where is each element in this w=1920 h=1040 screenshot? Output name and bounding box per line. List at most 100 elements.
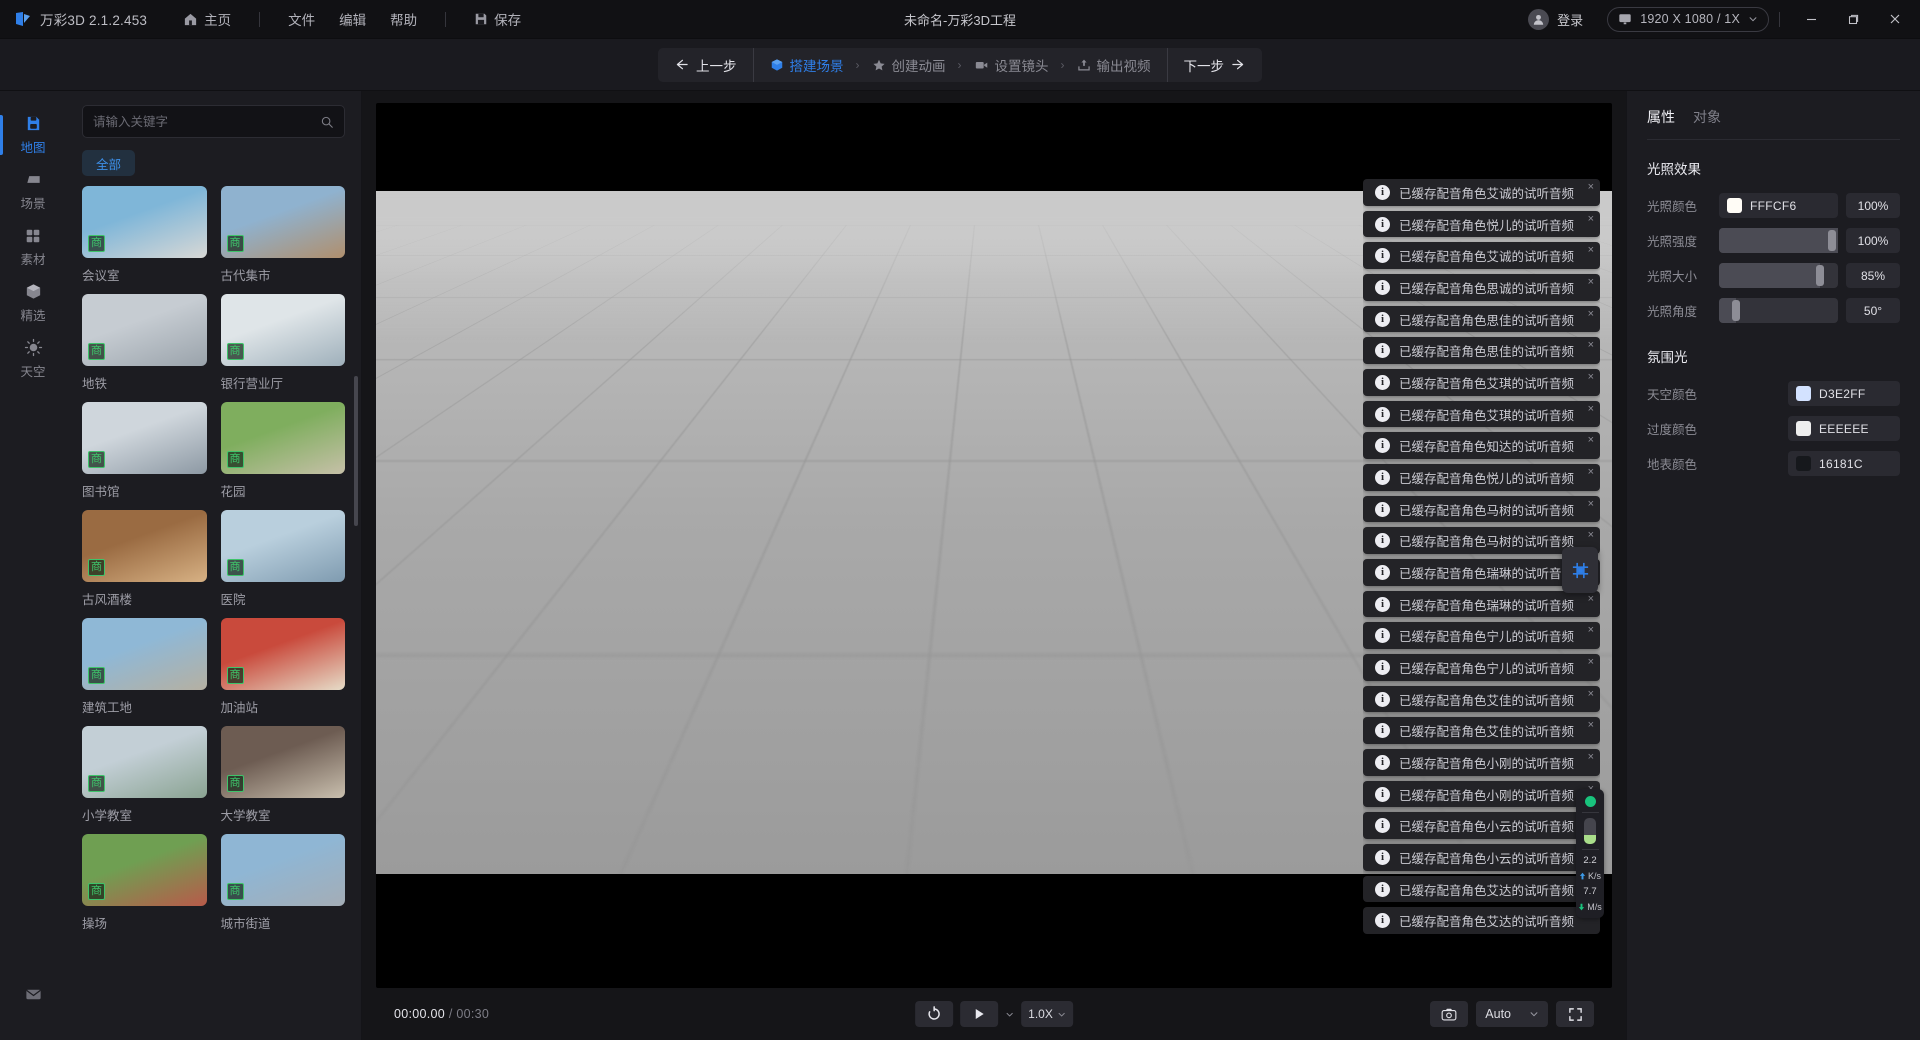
step-build-scene[interactable]: 搭建场景 bbox=[760, 48, 854, 82]
menu-help[interactable]: 帮助 bbox=[380, 5, 427, 33]
toast-close-icon[interactable]: × bbox=[1588, 656, 1594, 668]
sidebar-item-featured[interactable]: 精选 bbox=[0, 275, 66, 331]
scene-thumbnail[interactable]: 商 bbox=[82, 294, 207, 366]
toast-notification[interactable]: i 已缓存配音角色思诚的试听音频 × bbox=[1362, 274, 1600, 301]
window-close-button[interactable] bbox=[1874, 0, 1916, 39]
loop-button[interactable] bbox=[915, 1001, 954, 1027]
toast-notification[interactable]: i 已缓存配音角色艾琪的试听音频 × bbox=[1362, 369, 1600, 396]
toast-notification[interactable]: i 已缓存配音角色悦儿的试听音频 × bbox=[1362, 210, 1600, 238]
toast-notification[interactable]: i已缓存配音角色小刚的试听音频× bbox=[1362, 780, 1600, 808]
toast-notification[interactable]: i 已缓存配音角色宁儿的试听音频 × bbox=[1362, 622, 1600, 650]
scene-card[interactable]: 商建筑工地 bbox=[82, 618, 207, 716]
toast-close-icon[interactable]: × bbox=[1588, 751, 1594, 763]
filter-chip-all[interactable]: 全部 bbox=[82, 150, 136, 176]
scene-thumbnail[interactable]: 商 bbox=[220, 186, 345, 258]
light-size-slider[interactable] bbox=[1719, 263, 1838, 288]
playback-speed-selector[interactable]: 1.0X bbox=[1021, 1001, 1073, 1027]
toast-close-icon[interactable]: × bbox=[1588, 593, 1594, 605]
toast-notification[interactable]: i 已缓存配音角色艾佳的试听音频 × bbox=[1362, 717, 1600, 745]
toast-close-icon[interactable]: × bbox=[1588, 181, 1594, 193]
library-scroll-area[interactable]: 商会议室商古代集市商地铁商银行营业厅商图书馆商花园商古风酒楼商医院商建筑工地商加… bbox=[66, 186, 361, 1040]
toast-notification[interactable]: i 已缓存配音角色瑞琳的试听音频 × bbox=[1362, 590, 1600, 618]
play-button[interactable] bbox=[960, 1001, 999, 1027]
light-color-opacity[interactable]: 100% bbox=[1846, 193, 1900, 218]
sidebar-item-assets[interactable]: 素材 bbox=[0, 219, 66, 275]
resolution-selector[interactable]: 1920 X 1080 / 1X bbox=[1607, 6, 1769, 32]
sky-color-field[interactable]: D3E2FF bbox=[1788, 381, 1900, 406]
toast-notification[interactable]: i 已缓存配音角色艾诚的试听音频 × bbox=[1362, 242, 1600, 270]
light-angle-value[interactable]: 50° bbox=[1846, 298, 1900, 323]
toast-close-icon[interactable]: × bbox=[1588, 244, 1594, 256]
transition-color-field[interactable]: EEEEEE bbox=[1788, 416, 1900, 441]
toast-close-icon[interactable]: × bbox=[1588, 308, 1594, 320]
sidebar-item-sky[interactable]: 天空 bbox=[0, 331, 66, 387]
next-step-button[interactable]: 下一步 bbox=[1168, 48, 1263, 82]
scene-thumbnail[interactable]: 商 bbox=[82, 726, 207, 798]
toast-notification[interactable]: i已缓存配音角色小刚的试听音频× bbox=[1362, 749, 1600, 776]
scene-card[interactable]: 商加油站 bbox=[220, 618, 345, 716]
scene-thumbnail[interactable]: 商 bbox=[220, 402, 345, 474]
window-maximize-button[interactable] bbox=[1832, 0, 1874, 39]
scene-thumbnail[interactable]: 商 bbox=[220, 726, 345, 798]
toast-close-icon[interactable]: × bbox=[1588, 403, 1594, 415]
menu-file[interactable]: 文件 bbox=[278, 5, 325, 33]
scene-card[interactable]: 商古风酒楼 bbox=[82, 510, 207, 608]
scene-card[interactable]: 商大学教室 bbox=[220, 726, 345, 824]
scene-thumbnail[interactable]: 商 bbox=[220, 294, 345, 366]
window-minimize-button[interactable] bbox=[1790, 0, 1832, 39]
scene-thumbnail[interactable]: 商 bbox=[220, 510, 345, 582]
search-icon[interactable] bbox=[320, 115, 334, 129]
toast-close-icon[interactable]: × bbox=[1588, 339, 1594, 351]
play-options-caret[interactable] bbox=[1005, 1010, 1014, 1019]
menu-edit[interactable]: 编辑 bbox=[329, 5, 376, 33]
light-angle-slider[interactable] bbox=[1719, 298, 1838, 323]
screenshot-button[interactable] bbox=[1430, 1001, 1469, 1027]
toast-close-icon[interactable]: × bbox=[1588, 529, 1594, 541]
tab-properties[interactable]: 属性 bbox=[1647, 107, 1675, 127]
scene-thumbnail[interactable]: 商 bbox=[220, 618, 345, 690]
toast-close-icon[interactable]: × bbox=[1588, 213, 1594, 225]
toast-notification[interactable]: i 已缓存配音角色知达的试听音频 × bbox=[1362, 432, 1600, 460]
transform-gizmo-button[interactable] bbox=[1562, 547, 1598, 593]
toast-notification[interactable]: i 已缓存配音角色宁儿的试听音频 × bbox=[1362, 654, 1600, 681]
sidebar-item-map[interactable]: 地图 bbox=[0, 107, 66, 163]
sidebar-item-scene[interactable]: 场景 bbox=[0, 163, 66, 219]
scene-card[interactable]: 商医院 bbox=[220, 510, 345, 608]
toast-notification[interactable]: i 已缓存配音角色艾琪的试听音频 × bbox=[1362, 400, 1600, 428]
scene-card[interactable]: 商花园 bbox=[220, 402, 345, 500]
scene-card[interactable]: 商银行营业厅 bbox=[220, 294, 345, 392]
light-size-value[interactable]: 85% bbox=[1846, 263, 1900, 288]
scene-thumbnail[interactable]: 商 bbox=[82, 402, 207, 474]
toast-notification[interactable]: i 已缓存配音角色马树的试听音频 × bbox=[1362, 495, 1600, 523]
tab-objects[interactable]: 对象 bbox=[1693, 107, 1721, 127]
toast-close-icon[interactable]: × bbox=[1588, 276, 1594, 288]
scene-card[interactable]: 商操场 bbox=[82, 834, 207, 932]
viewport-3d[interactable]: i 已缓存配音角色艾诚的试听音频 × i 已缓存配音角色悦儿的试听音频 × i 已缓存配音角色… bbox=[376, 103, 1612, 988]
toast-notification[interactable]: i已缓存配音角色艾达的试听音频× bbox=[1362, 907, 1600, 934]
light-color-field[interactable]: FFFCF6 bbox=[1719, 193, 1838, 218]
step-create-animation[interactable]: 创建动画 bbox=[862, 48, 956, 82]
toast-notification[interactable]: i 已缓存配音角色艾佳的试听音频 × bbox=[1362, 685, 1600, 713]
toast-notification[interactable]: i 已缓存配音角色艾诚的试听音频 × bbox=[1362, 179, 1600, 206]
light-intensity-slider[interactable] bbox=[1719, 228, 1838, 253]
toast-close-icon[interactable]: × bbox=[1588, 498, 1594, 510]
toast-notification[interactable]: i 已缓存配音角色思佳的试听音频 × bbox=[1362, 337, 1600, 365]
fullscreen-button[interactable] bbox=[1556, 1001, 1594, 1027]
search-box[interactable] bbox=[82, 105, 345, 138]
toast-close-icon[interactable]: × bbox=[1588, 688, 1594, 700]
prev-step-button[interactable]: 上一步 bbox=[658, 48, 753, 82]
toast-notification[interactable]: i 已缓存配音角色悦儿的试听音频 × bbox=[1362, 464, 1600, 491]
scene-card[interactable]: 商古代集市 bbox=[220, 186, 345, 284]
scene-card[interactable]: 商会议室 bbox=[82, 186, 207, 284]
save-button[interactable]: 保存 bbox=[464, 5, 531, 33]
scene-thumbnail[interactable]: 商 bbox=[82, 510, 207, 582]
toast-close-icon[interactable]: × bbox=[1588, 466, 1594, 478]
home-button[interactable]: 主页 bbox=[173, 5, 241, 33]
scene-thumbnail[interactable]: 商 bbox=[82, 618, 207, 690]
toast-notification[interactable]: i已缓存配音角色艾达的试听音频× bbox=[1362, 875, 1600, 903]
library-scrollbar[interactable] bbox=[354, 376, 358, 526]
scene-card[interactable]: 商城市街道 bbox=[220, 834, 345, 932]
toast-notification[interactable]: i已缓存配音角色小云的试听音频× bbox=[1362, 812, 1600, 840]
search-input[interactable] bbox=[93, 114, 312, 129]
toast-close-icon[interactable]: × bbox=[1588, 719, 1594, 731]
